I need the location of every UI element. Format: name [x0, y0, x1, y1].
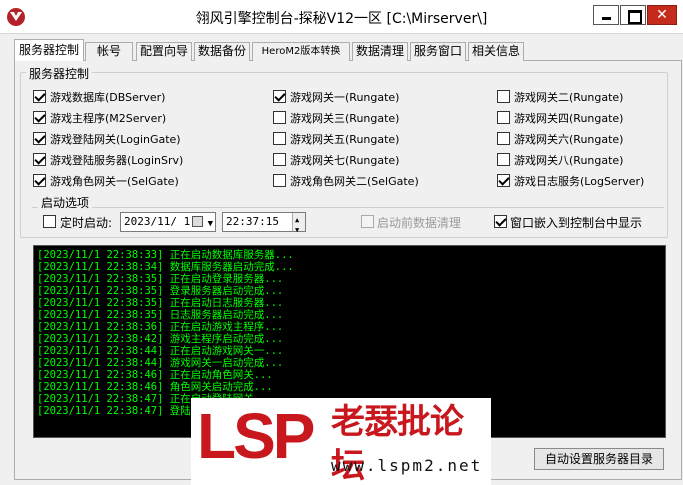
checkbox-selgate-2[interactable]	[273, 174, 286, 187]
label-m2server: 游戏主程序(M2Server)	[50, 112, 167, 125]
label-rungate-6: 游戏网关六(Rungate)	[514, 133, 624, 146]
label-rungate-3: 游戏网关三(Rungate)	[290, 112, 400, 125]
tab-herom2-convert[interactable]: HeroM2版本转换	[252, 42, 350, 61]
checkbox-rungate-2[interactable]	[497, 90, 510, 103]
log-line: [2023/11/1 22:38:44] 游戏网关一启动完成...	[37, 357, 284, 369]
checkbox-m2server[interactable]	[33, 111, 46, 124]
log-line: [2023/11/1 22:38:36] 正在启动游戏主程序...	[37, 321, 284, 333]
checkbox-rungate-4[interactable]	[497, 111, 510, 124]
log-line: [2023/11/1 22:38:46] 角色网关启动完成...	[37, 381, 273, 393]
log-line: [2023/11/1 22:38:35] 登录服务器启动完成...	[37, 285, 284, 297]
label-selgate-2: 游戏角色网关二(SelGate)	[290, 175, 419, 188]
maximize-button[interactable]	[620, 5, 646, 25]
time-spinner[interactable]	[292, 211, 305, 239]
log-line: [2023/11/1 22:38:44] 正在启动游戏网关一...	[37, 345, 284, 357]
log-line: [2023/11/1 22:38:46] 正在启动角色网关...	[37, 369, 273, 381]
minimize-button[interactable]	[593, 5, 619, 25]
checkbox-rungate-6[interactable]	[497, 132, 510, 145]
label-rungate-1: 游戏网关一(Rungate)	[290, 91, 400, 104]
log-line: [2023/11/1 22:38:33] 正在启动数据库服务器...	[37, 249, 294, 261]
label-rungate-5: 游戏网关五(Rungate)	[290, 133, 400, 146]
calendar-icon[interactable]	[192, 216, 203, 227]
label-clean-before-start: 启动前数据清理	[377, 216, 462, 230]
date-picker[interactable]: 2023/11/ 1 ▼	[120, 212, 216, 232]
close-button[interactable]: ✕	[647, 5, 677, 25]
label-selgate-1: 游戏角色网关一(SelGate)	[50, 175, 179, 188]
watermark-brand: LSP	[197, 400, 315, 472]
time-input[interactable]: 22:37:15	[222, 211, 306, 239]
label-loginsrv: 游戏登陆服务器(LoginSrv)	[50, 154, 184, 167]
checkbox-logserver[interactable]	[497, 174, 510, 187]
tab-config-wizard[interactable]: 配置向导	[136, 42, 192, 61]
label-logingate: 游戏登陆网关(LoginGate)	[50, 133, 181, 146]
time-value: 22:37:15	[226, 215, 279, 228]
tab-data-backup[interactable]: 数据备份	[194, 42, 250, 61]
log-line: [2023/11/1 22:38:35] 正在启动日志服务器...	[37, 297, 284, 309]
checkbox-selgate-1[interactable]	[33, 174, 46, 187]
window-title: 翎风引擎控制台-探秘V12一区 [C:\Mirserver\]	[195, 11, 488, 27]
tab-about[interactable]: 相关信息	[468, 42, 524, 61]
tab-data-cleanup[interactable]: 数据清理	[352, 42, 408, 61]
label-logserver: 游戏日志服务(LogServer)	[514, 175, 645, 188]
tab-service-window[interactable]: 服务窗口	[410, 42, 466, 61]
checkbox-dbserver[interactable]	[33, 90, 46, 103]
chevron-down-icon[interactable]: ▼	[208, 215, 213, 233]
checkbox-rungate-5[interactable]	[273, 132, 286, 145]
checkbox-rungate-1[interactable]	[273, 90, 286, 103]
server-control-group-title: 服务器控制	[26, 65, 93, 82]
log-line: [2023/11/1 22:38:35] 日志服务器启动完成...	[37, 309, 284, 321]
label-dbserver: 游戏数据库(DBServer)	[50, 91, 166, 104]
label-rungate-7: 游戏网关七(Rungate)	[290, 154, 400, 167]
auto-set-server-dir-button[interactable]: 自动设置服务器目录	[534, 448, 664, 470]
watermark-url: www.lspm2.net	[331, 456, 483, 475]
checkbox-rungate-7[interactable]	[273, 153, 286, 166]
checkbox-timed-start[interactable]	[43, 215, 56, 228]
label-rungate-8: 游戏网关八(Rungate)	[514, 154, 624, 167]
tab-server-control[interactable]: 服务器控制	[14, 39, 84, 61]
start-options-title: 启动选项	[38, 194, 93, 211]
title-bar: 翎风引擎控制台-探秘V12一区 [C:\Mirserver\] ✕	[0, 0, 683, 34]
label-embed-window: 窗口嵌入到控制台中显示	[510, 216, 643, 230]
label-rungate-2: 游戏网关二(Rungate)	[514, 91, 624, 104]
watermark-banner: LSP 老瑟批论坛 www.lspm2.net	[191, 398, 491, 485]
label-rungate-4: 游戏网关四(Rungate)	[514, 112, 624, 125]
checkbox-clean-before-start[interactable]	[361, 215, 374, 228]
date-value: 2023/11/ 1	[124, 215, 191, 228]
checkbox-logingate[interactable]	[33, 132, 46, 145]
close-icon: ✕	[656, 7, 668, 23]
checkbox-rungate-3[interactable]	[273, 111, 286, 124]
log-line: [2023/11/1 22:38:42] 游戏主程序启动完成...	[37, 333, 284, 345]
label-timed-start: 定时启动:	[60, 216, 113, 230]
checkbox-embed-window[interactable]	[494, 215, 507, 228]
log-line: [2023/11/1 22:38:34] 数据库服务器启动完成...	[37, 261, 294, 273]
checkbox-rungate-8[interactable]	[497, 153, 510, 166]
tab-account[interactable]: 帐号	[85, 42, 133, 61]
log-line: [2023/11/1 22:38:35] 正在启动登录服务器...	[37, 273, 284, 285]
checkbox-loginsrv[interactable]	[33, 153, 46, 166]
